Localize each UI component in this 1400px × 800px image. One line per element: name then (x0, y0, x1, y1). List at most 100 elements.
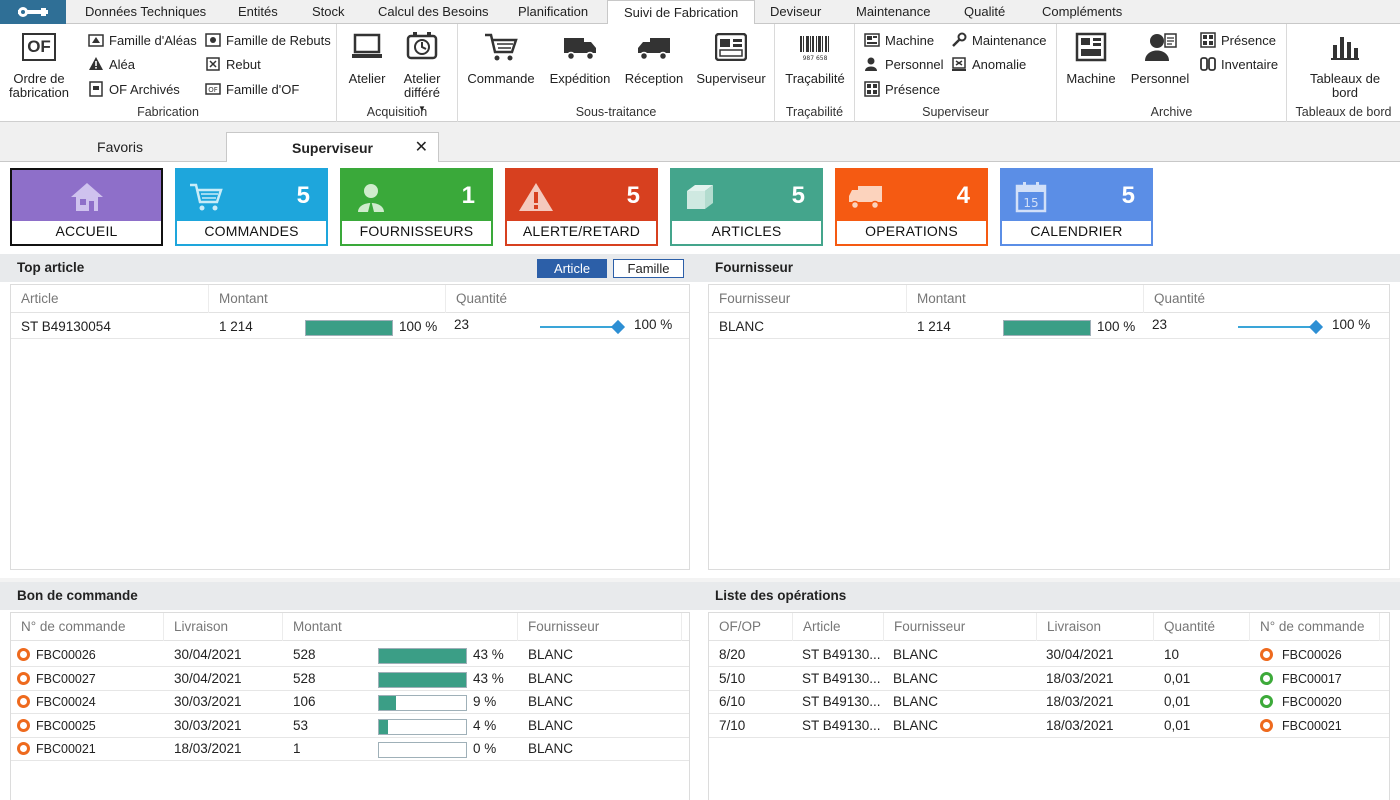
table-row[interactable]: FBC00025 30/03/2021 53 4 % BLANC (11, 714, 689, 738)
cell-livraison: 18/03/2021 (1046, 670, 1114, 686)
ribbon-tab-stock[interactable]: Stock (312, 0, 345, 24)
table-row[interactable]: FBC00021 18/03/2021 1 0 % BLANC (11, 737, 689, 761)
table-header: OF/OP Article Fournisseur Livraison Quan… (709, 613, 1389, 641)
cell-num-commande: FBC00027 (36, 671, 96, 686)
cell-montant: 528 (293, 670, 316, 686)
archive-presence-button[interactable]: Présence (1200, 32, 1276, 48)
superviseur-anomalie-button[interactable]: Anomalie (951, 56, 1026, 72)
toggle-article[interactable]: Article (537, 259, 607, 278)
of-archives-button[interactable]: OF Archivés (88, 81, 180, 97)
superviseur-personnel-button[interactable]: Personnel (864, 56, 944, 72)
col-fournisseur[interactable]: Fournisseur (709, 285, 907, 313)
col-num-commande[interactable]: N° de commande (11, 613, 164, 641)
app-menu-button[interactable] (0, 0, 66, 24)
table-row[interactable]: 7/10 ST B49130... BLANC 18/03/2021 0,01 FBC00… (709, 714, 1389, 738)
table-row[interactable]: BLANC 1 214 100 % 23 100 % (709, 315, 1389, 339)
col-fournisseur[interactable]: Fournisseur (518, 613, 682, 641)
ribbon-tab-entites[interactable]: Entités (238, 0, 278, 24)
presence-grid-icon (1200, 32, 1216, 48)
col-quantite[interactable]: Quantité (446, 285, 692, 313)
tab-superviseur[interactable]: Superviseur ✕ (226, 132, 439, 163)
archive-inventaire-button[interactable]: Inventaire (1200, 56, 1278, 72)
tile-top (12, 170, 161, 225)
archive-machine-button[interactable]: Machine (1063, 30, 1119, 86)
cell-quantite: 10 (1164, 647, 1180, 662)
tile-articles[interactable]: 5 ARTICLES (670, 168, 823, 246)
col-ofop[interactable]: OF/OP (709, 613, 793, 641)
table-row[interactable]: ST B49130054 1 214 100 % 23 100 % (11, 315, 689, 339)
cell-montant-pct: 43 % (473, 670, 504, 686)
tab-favoris[interactable]: Favoris (14, 132, 226, 162)
table-row[interactable]: FBC00024 30/03/2021 106 9 % BLANC (11, 690, 689, 714)
rebut-button[interactable]: Rebut (205, 56, 261, 72)
ribbon-tab-suivi-fabrication[interactable]: Suivi de Fabrication (607, 0, 756, 25)
col-quantite[interactable]: Quantité (1154, 613, 1250, 641)
ribbon-tab-calcul-besoins[interactable]: Calcul des Besoins (378, 0, 489, 24)
superviseur-st-button[interactable]: Superviseur (694, 30, 768, 86)
commande-button[interactable]: Commande (466, 30, 536, 86)
col-livraison[interactable]: Livraison (164, 613, 283, 641)
superviseur-machine-button[interactable]: Machine (864, 32, 934, 48)
col-livraison[interactable]: Livraison (1037, 613, 1154, 641)
tile-count: 5 (296, 182, 310, 209)
ribbon-tab-donnees-techniques[interactable]: Données Techniques (85, 0, 206, 24)
ribbon-tab-qualite[interactable]: Qualité (964, 0, 1005, 24)
col-montant[interactable]: Montant (209, 285, 446, 313)
table-row[interactable]: 5/10 ST B49130... BLANC 18/03/2021 0,01 FBC00… (709, 667, 1389, 691)
table-row[interactable]: FBC00026 30/04/2021 528 43 % BLANC (11, 643, 689, 667)
ribbon-tab-deviseur[interactable]: Deviseur (770, 0, 821, 24)
table-row[interactable]: 6/10 ST B49130... BLANC 18/03/2021 0,01 FBC00… (709, 690, 1389, 714)
tile-fournisseurs[interactable]: 1 FOURNISSEURS (340, 168, 493, 246)
famille-of-button[interactable]: OF Famille d'OF (205, 81, 299, 97)
machine-icon (864, 32, 880, 48)
col-quantite[interactable]: Quantité (1144, 285, 1390, 313)
expedition-button[interactable]: Expédition (546, 30, 614, 86)
cell-livraison: 18/03/2021 (1046, 694, 1114, 709)
cell-livraison: 18/03/2021 (1046, 717, 1114, 733)
slider-knob (1308, 319, 1324, 335)
alea-button[interactable]: Aléa (88, 56, 135, 72)
tableaux-bord-button[interactable]: Tableaux de bord (1295, 30, 1395, 100)
col-montant[interactable]: Montant (907, 285, 1144, 313)
tile-accueil[interactable]: ACCUEIL (10, 168, 163, 246)
famille-rebuts-button[interactable]: Famille de Rebuts (205, 32, 331, 48)
tile-commandes[interactable]: 5 COMMANDES (175, 168, 328, 246)
famille-aleas-button[interactable]: Famille d'Aléas (88, 32, 197, 48)
reception-button[interactable]: Réception (620, 30, 688, 86)
cell-num-commande: FBC00024 (36, 695, 96, 709)
cell-montant: 1 (293, 741, 301, 756)
table-row[interactable]: FBC00027 30/04/2021 528 43 % BLANC (11, 667, 689, 691)
tile-operations[interactable]: 4 OPERATIONS (835, 168, 988, 246)
superviseur-presence-button[interactable]: Présence (864, 81, 940, 97)
cell-montant-pct: 100 % (1097, 319, 1136, 334)
archive-personnel-button[interactable]: Personnel (1129, 30, 1191, 86)
ribbon-tab-complements[interactable]: Compléments (1042, 0, 1122, 24)
group-acquisition: Atelier Atelier différé ▼ Acquisition (337, 24, 458, 122)
supplier-icon (352, 178, 390, 216)
cell-quantite: 0,01 (1164, 717, 1191, 733)
col-article[interactable]: Article (11, 285, 209, 313)
ordre-fabrication-button[interactable]: OF Ordre de fabrication (6, 30, 72, 100)
tracabilite-button[interactable]: 987 658 Traçabilité (780, 30, 850, 86)
tile-alerte-retard[interactable]: 5 ALERTE/RETARD (505, 168, 658, 246)
tile-calendrier[interactable]: 15 5 CALENDRIER (1000, 168, 1153, 246)
col-montant[interactable]: Montant (283, 613, 518, 641)
wrench-icon (18, 7, 48, 17)
tile-label: CALENDRIER (1002, 221, 1151, 244)
ribbon-tab-planification[interactable]: Planification (518, 0, 588, 24)
personnel-archive-icon (1143, 30, 1177, 64)
col-fournisseur[interactable]: Fournisseur (884, 613, 1037, 641)
atelier-differe-button[interactable]: Atelier différé ▼ (399, 30, 445, 116)
cell-montant-pct: 4 % (473, 717, 497, 733)
atelier-button[interactable]: Atelier (345, 30, 389, 86)
panel-operations: Liste des opérations OF/OP Article Fourn… (698, 582, 1400, 800)
col-article[interactable]: Article (793, 613, 884, 641)
table-header: N° de commande Livraison Montant Fournis… (11, 613, 689, 641)
col-num-commande[interactable]: N° de commande (1250, 613, 1380, 641)
cell-ofop: 8/20 (719, 647, 746, 662)
superviseur-maintenance-button[interactable]: Maintenance (951, 32, 1046, 48)
close-icon[interactable]: ✕ (415, 133, 428, 163)
table-row[interactable]: 8/20 ST B49130... BLANC 30/04/2021 10 FBC0002… (709, 643, 1389, 667)
toggle-famille[interactable]: Famille (613, 259, 684, 278)
ribbon-tab-maintenance[interactable]: Maintenance (856, 0, 930, 24)
